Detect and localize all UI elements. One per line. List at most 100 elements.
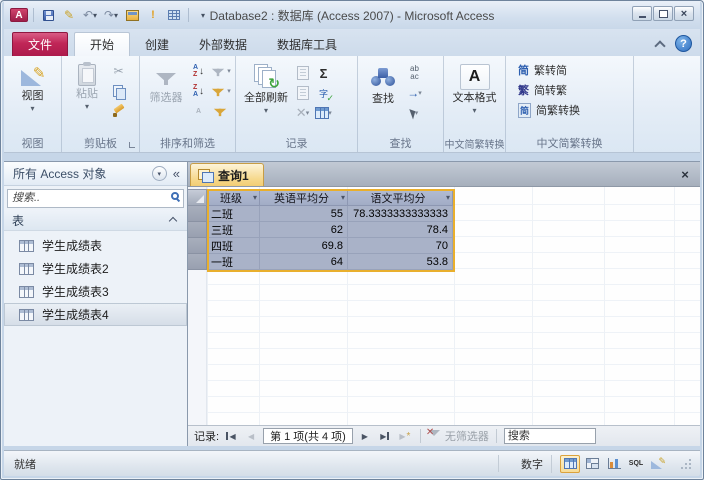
access-logo-icon[interactable]: A [10, 8, 28, 22]
text-format-button[interactable]: A 文本格式 ▾ [449, 60, 501, 134]
close-document-button[interactable]: × [677, 166, 693, 182]
delete-record-button[interactable]: ✕ ▾ [293, 104, 312, 122]
clear-sort-button[interactable]: A [189, 102, 208, 120]
record-search-input[interactable] [503, 428, 596, 444]
conversion-button[interactable]: 简 简繁转换 [514, 100, 584, 120]
find-button[interactable]: 查找 [361, 60, 405, 134]
spelling-button[interactable]: 字 ✓ [314, 84, 334, 103]
help-button[interactable]: ? [675, 35, 692, 52]
nav-search-input[interactable] [7, 188, 184, 208]
nav-item-table1[interactable]: 学生成绩表 [4, 234, 187, 257]
paste-button[interactable]: 粘贴 ▾ [65, 60, 109, 134]
row-selector[interactable] [188, 238, 207, 254]
cell[interactable]: 55 [260, 206, 348, 222]
cell[interactable]: 三班 [207, 222, 260, 238]
restore-button[interactable] [653, 6, 673, 21]
advanced-filter-button[interactable]: ▾ [210, 62, 231, 80]
cell[interactable]: 78.4 [348, 222, 453, 238]
cell[interactable]: 53.8 [348, 254, 453, 270]
nav-item-label: 学生成绩表2 [42, 262, 109, 276]
row-selector[interactable] [188, 222, 207, 238]
cell[interactable]: 64 [260, 254, 348, 270]
goto-button[interactable]: → ▾ [405, 84, 424, 102]
minimize-button[interactable] [632, 6, 652, 21]
collapse-ribbon-button[interactable] [653, 37, 667, 51]
chevron-down-icon[interactable]: ▾ [341, 193, 345, 202]
nav-menu-button[interactable]: ▾ [151, 166, 167, 181]
more-records-button[interactable]: ▾ [314, 104, 333, 122]
replace-button[interactable]: ab ac [405, 64, 424, 82]
pivotchart-view-button[interactable] [604, 455, 624, 473]
toggle-filter-button[interactable] [210, 102, 229, 120]
resize-grip[interactable] [680, 458, 692, 470]
undo-button[interactable]: ↶ ▾ [81, 7, 99, 24]
column-header-label: 班级 [219, 192, 242, 205]
tab-query1[interactable]: 查询1 [190, 163, 264, 186]
sort-ascending-button[interactable]: A Z ↓ [189, 62, 208, 80]
previous-record-button[interactable]: ◀ [243, 429, 259, 444]
sql-view-button[interactable]: SQL [626, 455, 646, 473]
column-header-class[interactable]: 班级 ▾ [207, 189, 260, 206]
last-record-button[interactable]: ▶ [377, 429, 393, 444]
new-record-button[interactable] [293, 64, 312, 82]
nav-section-tables[interactable]: 表 [4, 210, 187, 231]
refresh-all-button[interactable]: ↻ 全部刷新 ▾ [239, 60, 293, 134]
query-result-table: 班级 ▾ 英语平均分 ▾ 语文平均分 ▾ 二班 55 78.3333333333… [188, 189, 455, 272]
group-sort-filter: 筛选器 A Z ↓ ▾ Z A ↓ ▾ A 排序和筛选 [140, 56, 236, 152]
first-record-button[interactable]: ◀ [223, 429, 239, 444]
cell[interactable]: 69.8 [260, 238, 348, 254]
select-button[interactable]: ▾ [405, 104, 424, 122]
save-button[interactable] [39, 7, 57, 24]
copy-button[interactable] [109, 82, 128, 100]
tab-external-data[interactable]: 外部数据 [184, 32, 262, 56]
customize-qat-button[interactable]: ▾ [194, 7, 212, 24]
chevron-down-icon[interactable]: ▾ [253, 193, 257, 202]
design-view-button[interactable]: ✎ [60, 7, 78, 24]
no-filter-button[interactable]: ✕ 无筛选器 [426, 427, 489, 444]
filter-options-button[interactable]: ▾ [210, 82, 231, 100]
row-selector[interactable] [188, 254, 207, 270]
format-painter-button[interactable] [109, 102, 128, 120]
nav-item-table4[interactable]: 学生成绩表4 [4, 303, 187, 326]
nav-item-table3[interactable]: 学生成绩表3 [4, 280, 187, 303]
tab-home[interactable]: 开始 [74, 32, 131, 56]
cell[interactable]: 62 [260, 222, 348, 238]
tab-file[interactable]: 文件 [12, 32, 68, 56]
sort-descending-button[interactable]: Z A ↓ [189, 82, 208, 100]
datasheet-view-button[interactable] [165, 7, 183, 24]
row-selector[interactable] [188, 206, 207, 222]
new-record-button[interactable]: ▶ * [397, 429, 413, 444]
column-header-english-avg[interactable]: 英语平均分 ▾ [260, 189, 348, 206]
cell[interactable]: 二班 [207, 206, 260, 222]
tab-database-tools[interactable]: 数据库工具 [262, 32, 352, 56]
next-record-button[interactable]: ▶ [357, 429, 373, 444]
datasheet-view-button[interactable] [560, 454, 580, 473]
cut-button[interactable]: ✂ [109, 62, 128, 80]
redo-button[interactable]: ↷ ▾ [102, 7, 120, 24]
search-icon[interactable] [171, 192, 179, 200]
totals-button[interactable]: Σ [314, 64, 333, 82]
record-position-box[interactable]: 第 1 项(共 4 项) [263, 428, 353, 444]
nav-item-table2[interactable]: 学生成绩表2 [4, 257, 187, 280]
trad-to-simp-button[interactable]: 简 繁转简 [514, 60, 571, 80]
cell[interactable]: 一班 [207, 254, 260, 270]
cell[interactable]: 78.3333333333333 [348, 206, 453, 222]
pivottable-view-button[interactable] [582, 455, 602, 473]
simp-to-trad-button[interactable]: 繁 简转繁 [514, 80, 571, 100]
chevron-down-icon[interactable]: ▾ [446, 193, 450, 202]
design-view-button[interactable] [648, 455, 668, 473]
dialog-launcher-icon[interactable] [127, 140, 137, 150]
close-button[interactable]: × [674, 6, 694, 21]
save-record-button[interactable] [293, 84, 312, 102]
tab-create[interactable]: 创建 [130, 32, 184, 56]
run-button[interactable]: ! [144, 7, 162, 24]
column-header-chinese-avg[interactable]: 语文平均分 ▾ [348, 189, 453, 206]
switch-window-button[interactable] [123, 7, 141, 24]
select-all-corner[interactable] [188, 189, 207, 206]
chevron-down-icon: ▾ [305, 110, 310, 117]
filter-button[interactable]: 筛选器 [143, 60, 189, 134]
shutter-bar-close-button[interactable]: « [171, 166, 182, 181]
view-button[interactable]: ✎ 视图 ▾ [8, 60, 58, 134]
cell[interactable]: 四班 [207, 238, 260, 254]
cell[interactable]: 70 [348, 238, 453, 254]
